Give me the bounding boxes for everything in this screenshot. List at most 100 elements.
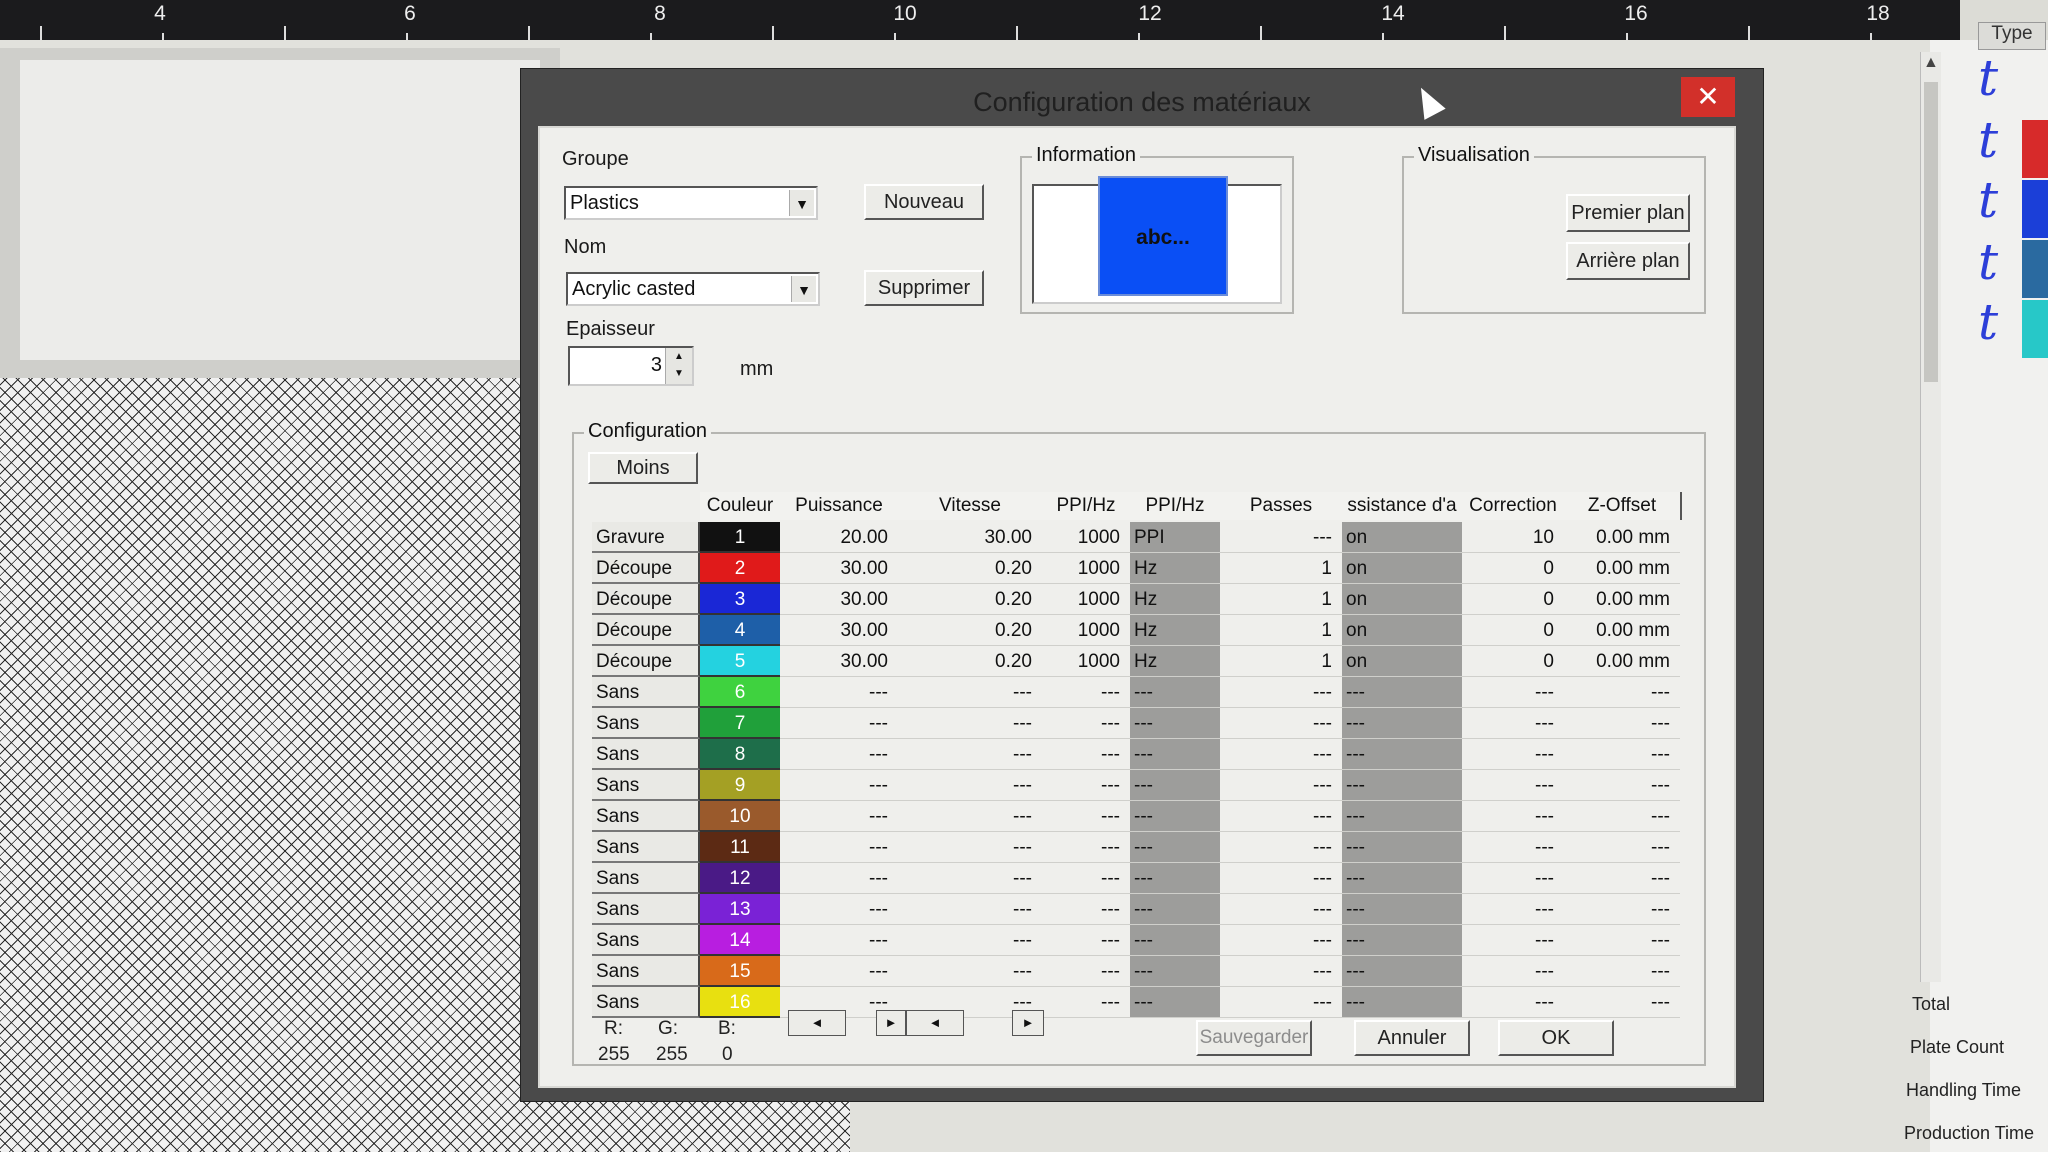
- correction-cell[interactable]: 0: [1462, 646, 1564, 677]
- correction-cell[interactable]: ---: [1462, 925, 1564, 956]
- vitesse-cell[interactable]: ---: [898, 770, 1042, 801]
- moins-button[interactable]: Moins: [588, 452, 698, 484]
- chevron-down-icon[interactable]: ▼: [791, 276, 816, 302]
- passes-cell[interactable]: ---: [1220, 956, 1342, 987]
- zoffset-cell[interactable]: ---: [1564, 770, 1680, 801]
- layer-color-swatch[interactable]: [2022, 120, 2048, 178]
- type-column-header[interactable]: Type: [1978, 22, 2046, 50]
- pen-color-cell[interactable]: 12: [700, 863, 780, 894]
- mode-cell[interactable]: ---: [1130, 708, 1220, 739]
- correction-cell[interactable]: ---: [1462, 894, 1564, 925]
- vitesse-cell[interactable]: ---: [898, 956, 1042, 987]
- pen-color-cell[interactable]: 1: [700, 522, 780, 553]
- mode-cell[interactable]: Hz: [1130, 553, 1220, 584]
- scroll-right-icon[interactable]: ►: [1012, 1010, 1044, 1036]
- mode-cell[interactable]: ---: [1130, 770, 1220, 801]
- layer-type-icon[interactable]: t: [1978, 50, 2028, 106]
- zoffset-cell[interactable]: ---: [1564, 801, 1680, 832]
- mode-cell[interactable]: Hz: [1130, 584, 1220, 615]
- mode-cell[interactable]: ---: [1130, 739, 1220, 770]
- table-row[interactable]: Découpe 3 30.00 0.20 1000 Hz 1 on 0 0.00 mm: [592, 584, 1680, 615]
- ppi-cell[interactable]: 1000: [1042, 646, 1130, 677]
- correction-cell[interactable]: ---: [1462, 677, 1564, 708]
- table-row[interactable]: Sans 14 --- --- --- --- --- --- --- ---: [592, 925, 1680, 956]
- scroll-up-icon[interactable]: ▲: [1923, 54, 1939, 72]
- puissance-cell[interactable]: 30.00: [780, 553, 898, 584]
- passes-cell[interactable]: ---: [1220, 677, 1342, 708]
- process-type-cell[interactable]: Sans: [592, 677, 700, 708]
- close-button[interactable]: ✕: [1681, 77, 1735, 117]
- assist-cell[interactable]: on: [1342, 584, 1462, 615]
- table-row[interactable]: Sans 15 --- --- --- --- --- --- --- ---: [592, 956, 1680, 987]
- table-row[interactable]: Sans 9 --- --- --- --- --- --- --- ---: [592, 770, 1680, 801]
- passes-cell[interactable]: 1: [1220, 615, 1342, 646]
- passes-cell[interactable]: ---: [1220, 987, 1342, 1018]
- vitesse-cell[interactable]: ---: [898, 739, 1042, 770]
- process-type-cell[interactable]: Sans: [592, 956, 700, 987]
- puissance-cell[interactable]: ---: [780, 739, 898, 770]
- process-type-cell[interactable]: Sans: [592, 863, 700, 894]
- assist-cell[interactable]: on: [1342, 553, 1462, 584]
- table-row[interactable]: Sans 8 --- --- --- --- --- --- --- ---: [592, 739, 1680, 770]
- passes-cell[interactable]: ---: [1220, 708, 1342, 739]
- ppi-cell[interactable]: ---: [1042, 739, 1130, 770]
- spinner-arrows-icon[interactable]: ▲ ▼: [665, 348, 692, 384]
- assist-cell[interactable]: ---: [1342, 863, 1462, 894]
- layer-type-icon[interactable]: t: [1978, 234, 2028, 290]
- zoffset-cell[interactable]: ---: [1564, 925, 1680, 956]
- pen-color-cell[interactable]: 9: [700, 770, 780, 801]
- mode-cell[interactable]: ---: [1130, 832, 1220, 863]
- correction-cell[interactable]: 0: [1462, 584, 1564, 615]
- ppi-cell[interactable]: ---: [1042, 925, 1130, 956]
- vitesse-cell[interactable]: 0.20: [898, 584, 1042, 615]
- puissance-cell[interactable]: ---: [780, 863, 898, 894]
- correction-cell[interactable]: ---: [1462, 801, 1564, 832]
- puissance-cell[interactable]: 30.00: [780, 646, 898, 677]
- vitesse-cell[interactable]: ---: [898, 894, 1042, 925]
- ppi-cell[interactable]: 1000: [1042, 522, 1130, 553]
- process-type-cell[interactable]: Découpe: [592, 553, 700, 584]
- puissance-cell[interactable]: ---: [780, 677, 898, 708]
- nouveau-button[interactable]: Nouveau: [864, 184, 984, 220]
- vitesse-cell[interactable]: ---: [898, 832, 1042, 863]
- pen-color-cell[interactable]: 8: [700, 739, 780, 770]
- assist-cell[interactable]: ---: [1342, 925, 1462, 956]
- pen-color-cell[interactable]: 7: [700, 708, 780, 739]
- vitesse-cell[interactable]: ---: [898, 677, 1042, 708]
- assist-cell[interactable]: ---: [1342, 832, 1462, 863]
- layer-type-icon[interactable]: t: [1978, 112, 2028, 168]
- zoffset-cell[interactable]: ---: [1564, 677, 1680, 708]
- passes-cell[interactable]: 1: [1220, 646, 1342, 677]
- sauvegarder-button[interactable]: Sauvegarder: [1196, 1020, 1312, 1056]
- table-row[interactable]: Sans 7 --- --- --- --- --- --- --- ---: [592, 708, 1680, 739]
- layer-color-swatch[interactable]: [2022, 300, 2048, 358]
- mode-cell[interactable]: ---: [1130, 956, 1220, 987]
- layer-type-icon[interactable]: t: [1978, 172, 2028, 228]
- annuler-button[interactable]: Annuler: [1354, 1020, 1470, 1056]
- correction-cell[interactable]: ---: [1462, 832, 1564, 863]
- layer-color-swatch[interactable]: [2022, 180, 2048, 238]
- column-header[interactable]: Z-Offset: [1564, 492, 1682, 520]
- premier-plan-button[interactable]: Premier plan: [1566, 194, 1690, 232]
- epaisseur-spinner[interactable]: 3 ▲ ▼: [568, 346, 694, 386]
- zoffset-cell[interactable]: ---: [1564, 987, 1680, 1018]
- passes-cell[interactable]: ---: [1220, 863, 1342, 894]
- mode-cell[interactable]: ---: [1130, 677, 1220, 708]
- pen-color-cell[interactable]: 3: [700, 584, 780, 615]
- vitesse-cell[interactable]: ---: [898, 801, 1042, 832]
- ppi-cell[interactable]: ---: [1042, 987, 1130, 1018]
- vitesse-cell[interactable]: 30.00: [898, 522, 1042, 553]
- zoffset-cell[interactable]: ---: [1564, 832, 1680, 863]
- ppi-cell[interactable]: 1000: [1042, 553, 1130, 584]
- groupe-select[interactable]: Plastics ▼: [564, 186, 818, 220]
- zoffset-cell[interactable]: ---: [1564, 739, 1680, 770]
- assist-cell[interactable]: on: [1342, 522, 1462, 553]
- zoffset-cell[interactable]: 0.00 mm: [1564, 553, 1680, 584]
- correction-cell[interactable]: 0: [1462, 615, 1564, 646]
- puissance-cell[interactable]: ---: [780, 770, 898, 801]
- passes-cell[interactable]: 1: [1220, 553, 1342, 584]
- puissance-cell[interactable]: ---: [780, 956, 898, 987]
- assist-cell[interactable]: ---: [1342, 956, 1462, 987]
- pen-color-cell[interactable]: 16: [700, 987, 780, 1018]
- table-row[interactable]: Sans 13 --- --- --- --- --- --- --- ---: [592, 894, 1680, 925]
